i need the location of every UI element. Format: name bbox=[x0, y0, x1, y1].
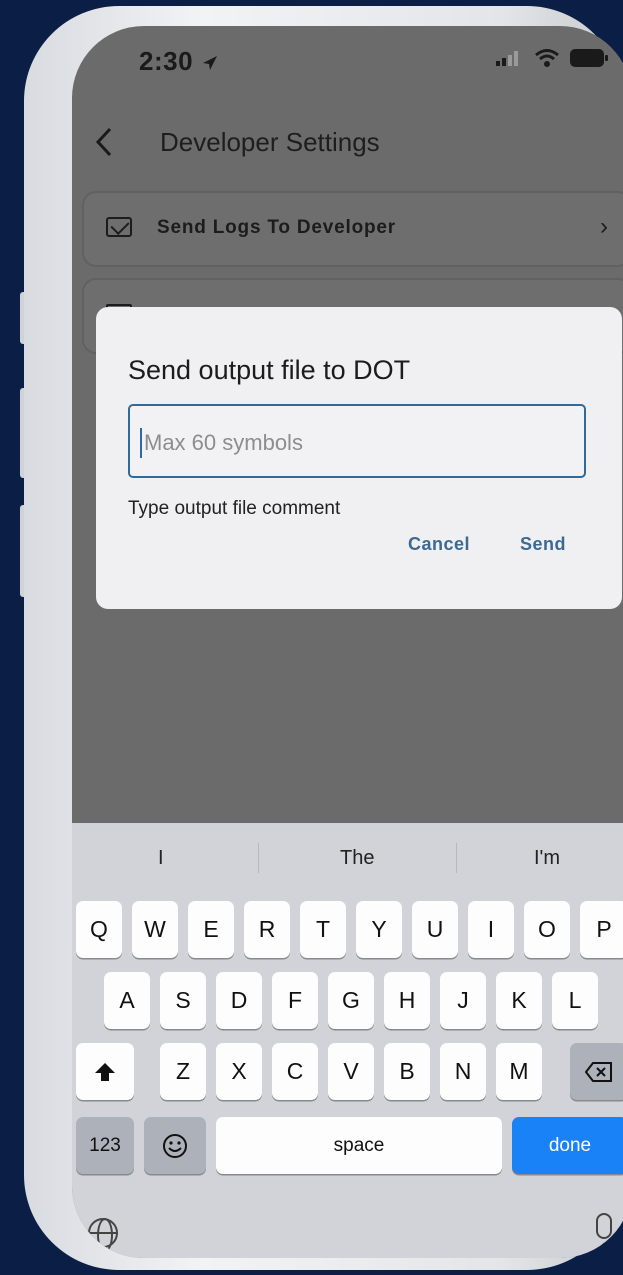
key-u[interactable]: U bbox=[412, 901, 458, 958]
suggestion-divider bbox=[258, 843, 259, 873]
emoji-icon bbox=[163, 1133, 187, 1158]
suggestion-3[interactable]: I'm bbox=[534, 847, 560, 870]
page-title: Developer Settings bbox=[160, 127, 380, 157]
key-v[interactable]: V bbox=[328, 1043, 374, 1100]
key-w[interactable]: W bbox=[132, 901, 178, 958]
space-key[interactable]: space bbox=[216, 1117, 502, 1174]
list-item-label: Send Logs To Developer bbox=[157, 217, 396, 238]
cellular-icon bbox=[496, 51, 518, 66]
cancel-button[interactable]: Cancel bbox=[408, 534, 470, 555]
backspace-key[interactable] bbox=[570, 1043, 623, 1100]
key-y[interactable]: Y bbox=[356, 901, 402, 958]
status-time: 2:30 bbox=[139, 46, 219, 77]
suggestion-divider bbox=[456, 843, 457, 873]
shift-key[interactable] bbox=[76, 1043, 134, 1100]
key-h[interactable]: H bbox=[384, 972, 430, 1029]
ios-keyboard: I The I'm Q W E R T Y U I O P A S D F G … bbox=[72, 823, 623, 1258]
chevron-right-icon: › bbox=[600, 213, 608, 240]
key-s[interactable]: S bbox=[160, 972, 206, 1029]
key-f[interactable]: F bbox=[272, 972, 318, 1029]
key-z[interactable]: Z bbox=[160, 1043, 206, 1100]
key-b[interactable]: B bbox=[384, 1043, 430, 1100]
key-x[interactable]: X bbox=[216, 1043, 262, 1100]
suggestion-2[interactable]: The bbox=[340, 847, 374, 870]
input-helper-text: Type output file comment bbox=[128, 498, 341, 519]
phone-screen: 2:30 Developer Settings Send Logs To Dev… bbox=[72, 26, 623, 1258]
key-n[interactable]: N bbox=[440, 1043, 486, 1100]
send-button[interactable]: Send bbox=[520, 534, 566, 555]
suggestion-bar: I The I'm bbox=[72, 823, 623, 891]
globe-icon[interactable] bbox=[88, 1218, 118, 1252]
key-j[interactable]: J bbox=[440, 972, 486, 1029]
emoji-key[interactable] bbox=[144, 1117, 206, 1174]
key-g[interactable]: G bbox=[328, 972, 374, 1029]
input-placeholder: Max 60 symbols bbox=[144, 430, 303, 455]
backspace-icon bbox=[585, 1061, 612, 1082]
mail-icon bbox=[106, 217, 132, 237]
numbers-key[interactable]: 123 bbox=[76, 1117, 134, 1174]
suggestion-1[interactable]: I bbox=[158, 847, 164, 870]
done-key[interactable]: done bbox=[512, 1117, 623, 1174]
shift-icon bbox=[95, 1062, 115, 1081]
microphone-icon[interactable] bbox=[596, 1213, 612, 1251]
key-e[interactable]: E bbox=[188, 901, 234, 958]
app-header: Developer Settings bbox=[72, 111, 623, 171]
back-chevron-icon[interactable] bbox=[94, 125, 114, 159]
key-d[interactable]: D bbox=[216, 972, 262, 1029]
key-p[interactable]: P bbox=[580, 901, 623, 958]
key-t[interactable]: T bbox=[300, 901, 346, 958]
battery-icon bbox=[570, 49, 608, 67]
key-q[interactable]: Q bbox=[76, 901, 122, 958]
key-i[interactable]: I bbox=[468, 901, 514, 958]
key-o[interactable]: O bbox=[524, 901, 570, 958]
key-l[interactable]: L bbox=[552, 972, 598, 1029]
dialog-title: Send output file to DOT bbox=[128, 355, 411, 385]
key-r[interactable]: R bbox=[244, 901, 290, 958]
location-icon bbox=[202, 56, 217, 70]
status-icons bbox=[494, 48, 608, 68]
phone-frame: 2:30 Developer Settings Send Logs To Dev… bbox=[24, 6, 623, 1270]
key-a[interactable]: A bbox=[104, 972, 150, 1029]
wifi-icon bbox=[535, 49, 559, 67]
key-k[interactable]: K bbox=[496, 972, 542, 1029]
key-m[interactable]: M bbox=[496, 1043, 542, 1100]
list-item-send-logs[interactable]: Send Logs To Developer › bbox=[82, 191, 623, 267]
comment-input[interactable]: Max 60 symbols bbox=[128, 404, 586, 478]
text-caret bbox=[140, 428, 142, 458]
key-c[interactable]: C bbox=[272, 1043, 318, 1100]
send-output-dialog: Send output file to DOT Max 60 symbols T… bbox=[96, 307, 622, 609]
